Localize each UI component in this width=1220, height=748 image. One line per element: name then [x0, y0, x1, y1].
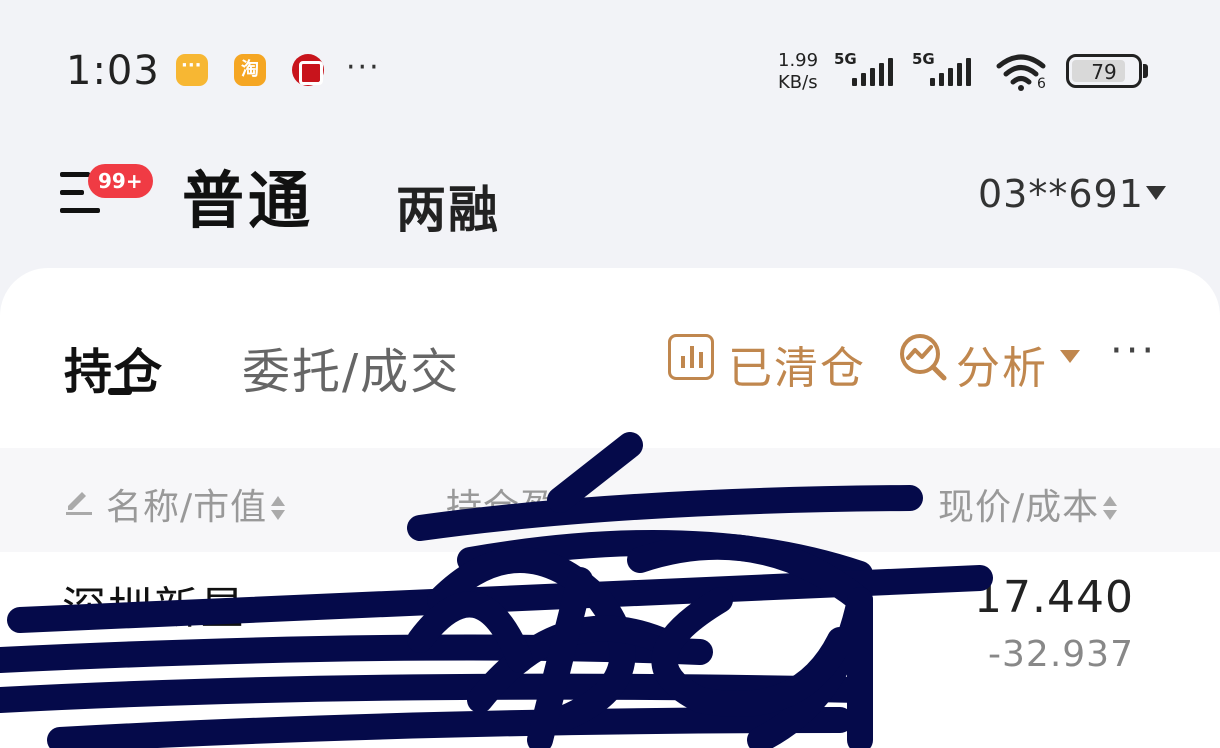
sort-icon[interactable] — [1103, 494, 1118, 524]
status-time: 1:03 — [66, 48, 160, 94]
cost-price: -32.937 — [988, 634, 1134, 675]
table-header: 名称/市值 持仓盈 现价/成本 — [0, 448, 1220, 552]
column-header-position[interactable]: 持仓盈 — [446, 478, 557, 530]
cleared-positions-button[interactable]: 已清仓 — [728, 332, 866, 396]
chat-bubble-icon — [176, 54, 208, 86]
notification-badge: 99+ — [88, 164, 153, 198]
battery-icon: 79 — [1066, 54, 1142, 88]
analysis-icon[interactable] — [898, 332, 948, 382]
current-price: 17.440 — [974, 572, 1134, 623]
mode-tab-margin[interactable]: 两融 — [396, 170, 500, 242]
table-row[interactable]: 深圳新星 17.440 -32.937 — [0, 552, 1220, 748]
battery-level: 79 — [1091, 60, 1117, 84]
network-speed-unit: KB/s — [778, 72, 818, 93]
bar-chart-icon[interactable] — [668, 334, 714, 380]
tab-orders[interactable]: 委托/成交 — [242, 332, 460, 402]
more-notifications-icon: ··· — [346, 50, 381, 85]
signal-bars-icon — [930, 58, 971, 86]
column-header-price-cost-label: 现价/成本 — [938, 487, 1100, 528]
bank-icon — [292, 54, 324, 86]
positions-card: 持仓 委托/成交 已清仓 分析 ··· 名称/市值 持仓盈 现价/成本 深圳新星… — [0, 268, 1220, 748]
sort-icon[interactable] — [271, 494, 286, 524]
network-speed: 1.99 KB/s — [778, 50, 818, 94]
mode-tab-normal[interactable]: 普通 — [182, 150, 314, 240]
more-options-icon[interactable]: ··· — [1110, 328, 1157, 374]
column-header-price-cost[interactable]: 现价/成本 — [938, 478, 1118, 530]
edit-icon[interactable] — [62, 482, 96, 516]
status-bar: 1:03 淘 ··· 1.99 KB/s 5G 5G 6 79 — [0, 0, 1220, 140]
signal-bars-icon — [852, 58, 893, 86]
wifi-label: 6 — [1037, 76, 1046, 92]
network-speed-value: 1.99 — [778, 50, 819, 71]
active-tab-indicator — [108, 388, 132, 395]
stock-name: 深圳新星 — [62, 583, 246, 634]
battery-nub — [1143, 64, 1148, 78]
analysis-button[interactable]: 分析 — [956, 332, 1048, 396]
chevron-down-icon[interactable] — [1146, 186, 1166, 200]
chevron-down-icon[interactable] — [1060, 350, 1080, 363]
column-header-name-value-label: 名称/市值 — [106, 487, 268, 528]
taobao-icon: 淘 — [234, 54, 266, 86]
column-header-name-value[interactable]: 名称/市值 — [106, 478, 286, 530]
account-selector[interactable]: 03**691 — [978, 172, 1144, 216]
